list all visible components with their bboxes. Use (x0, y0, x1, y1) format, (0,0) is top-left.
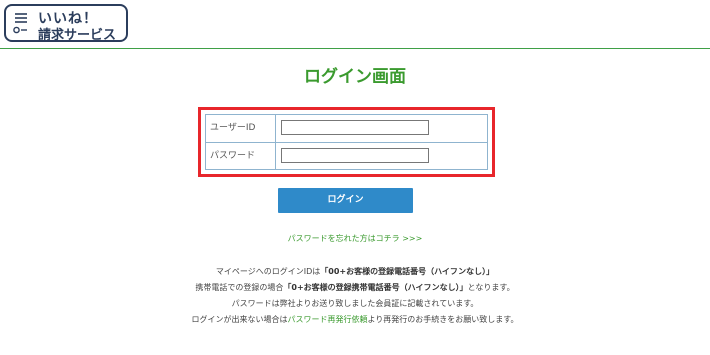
logo[interactable]: いいね！ 請求サービス (4, 4, 128, 43)
user-id-input[interactable] (281, 120, 429, 135)
info-line-1-text: マイページへのログインIDは (215, 267, 321, 276)
info-line-1-emphasis: 「00+お客様の登録電話番号（ハイフンなし）」 (320, 267, 495, 276)
logo-mark-icon (13, 13, 27, 34)
user-id-label: ユーザーID (206, 115, 276, 142)
info-line-3: パスワードは弊社よりお送り致しました会員証に記載されています。 (231, 299, 479, 308)
password-input[interactable] (281, 148, 429, 163)
info-line-2: 携帯電話での登録の場合「0+お客様の登録携帯電話番号（ハイフンなし）」となります… (0, 280, 710, 296)
forgot-password-link[interactable]: パスワードを忘れた方はコチラ >>> (0, 233, 710, 244)
login-button[interactable]: ログイン (278, 188, 413, 213)
login-form-table: ユーザーID パスワード (205, 114, 488, 170)
info-line-2-suffix: となります。 (467, 283, 515, 292)
info-line-4-suffix: より再発行のお手続きをお願い致します。 (367, 315, 519, 324)
user-id-row: ユーザーID (206, 115, 487, 142)
info-line-1: マイページへのログインIDは「00+お客様の登録電話番号（ハイフンなし）」 (0, 264, 710, 280)
login-page: いいね！ 請求サービス ログイン画面 ユーザーID パスワード ログイン パスワ… (0, 0, 710, 355)
login-info: マイページへのログインIDは「00+お客様の登録電話番号（ハイフンなし）」 携帯… (0, 264, 710, 328)
logo-text-line2: 請求サービス (38, 28, 117, 43)
password-label: パスワード (206, 143, 276, 170)
password-row: パスワード (206, 142, 487, 170)
info-line-4: ログインが出来ない場合はパスワード再発行依頼より再発行のお手続きをお願い致します… (0, 312, 710, 328)
header-divider (0, 48, 710, 49)
page-title: ログイン画面 (304, 67, 406, 87)
info-line-2-emphasis: 「0+お客様の登録携帯電話番号（ハイフンなし）」 (283, 283, 468, 292)
info-line-4-text: ログインが出来ない場合は (191, 315, 288, 324)
info-line-2-text: 携帯電話での登録の場合 (195, 283, 284, 292)
password-reissue-link[interactable]: パスワード再発行依頼 (287, 315, 367, 324)
